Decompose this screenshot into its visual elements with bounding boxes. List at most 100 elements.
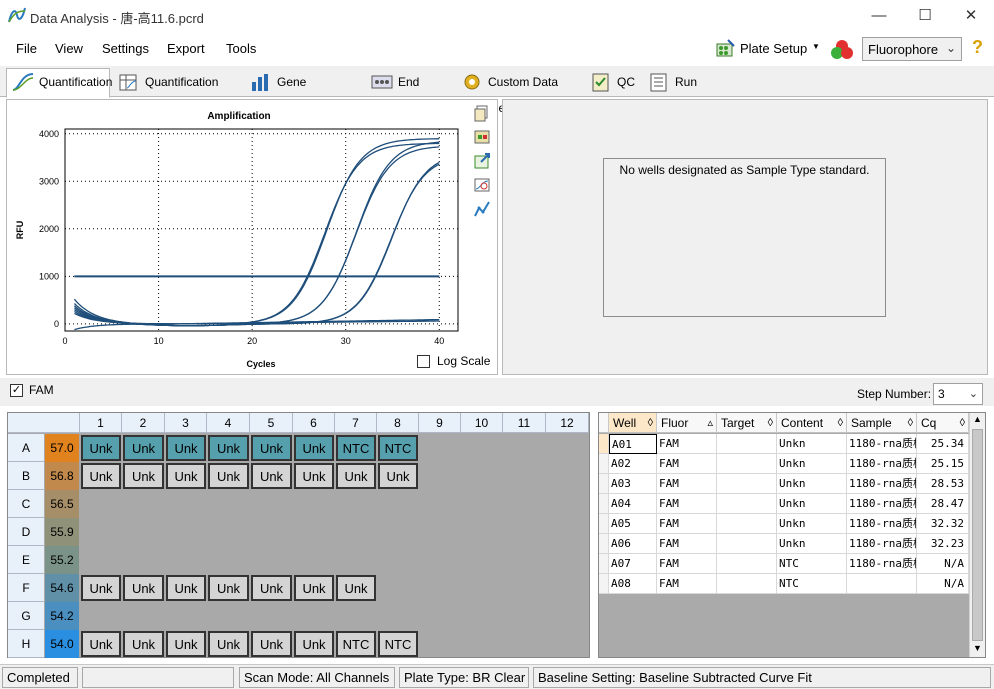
table-row[interactable]: A04 FAM Unkn 1180-rna质检 28.47 <box>599 494 969 514</box>
column-header-fluor[interactable]: Fluor ▵ <box>657 413 717 433</box>
plate-well[interactable]: Unk <box>378 463 418 489</box>
plate-column-header[interactable]: 11 <box>503 413 546 433</box>
plate-well[interactable]: Unk <box>294 435 334 461</box>
plate-row-header[interactable]: A <box>8 434 44 462</box>
plate-column-header[interactable]: 6 <box>293 413 335 433</box>
plate-row-header[interactable]: H <box>8 630 44 658</box>
plate-well[interactable]: Unk <box>166 463 206 489</box>
plate-row-header[interactable]: G <box>8 602 44 630</box>
plate-well[interactable]: Unk <box>166 435 206 461</box>
minimize-button[interactable]: — <box>856 0 902 31</box>
plate-column-header[interactable]: 3 <box>165 413 207 433</box>
column-header-sample[interactable]: Sample ◊ <box>847 413 917 433</box>
plate-well[interactable]: Unk <box>294 631 334 657</box>
tab-custom-data-view[interactable]: Custom Data View <box>456 69 580 115</box>
help-icon[interactable]: ? <box>972 37 983 58</box>
plate-well[interactable]: Unk <box>208 463 249 489</box>
export-graph-icon[interactable] <box>473 152 491 170</box>
row-selector[interactable] <box>599 554 609 574</box>
plate-column-header[interactable]: 5 <box>250 413 293 433</box>
plate-row-header[interactable]: F <box>8 574 44 602</box>
plate-grid[interactable]: 1 2 3 4 5 6 7 8 9 10 11 12 A 57.0 Unk Unk Unk Unk Unk Unk N… <box>7 412 590 658</box>
plate-well[interactable]: Unk <box>336 575 376 601</box>
row-selector[interactable] <box>599 474 609 494</box>
copy-icon[interactable] <box>473 104 491 122</box>
plate-column-header[interactable]: 7 <box>335 413 377 433</box>
plate-well[interactable]: Unk <box>166 631 206 657</box>
row-selector[interactable] <box>599 514 609 534</box>
close-button[interactable]: ✕ <box>948 0 994 31</box>
sort-icon[interactable]: ◊ <box>838 413 843 433</box>
plate-well[interactable]: Unk <box>81 435 121 461</box>
row-selector[interactable] <box>599 434 609 454</box>
plate-corner[interactable] <box>8 413 80 433</box>
plate-well[interactable]: Unk <box>208 435 249 461</box>
plate-well[interactable]: Unk <box>251 435 292 461</box>
plate-column-header[interactable]: 9 <box>419 413 461 433</box>
plate-well[interactable]: Unk <box>251 463 292 489</box>
fluorophore-color-icon[interactable] <box>830 38 854 60</box>
plate-row-header[interactable]: E <box>8 546 44 574</box>
plate-row-header[interactable]: D <box>8 518 44 546</box>
table-row[interactable]: A01 FAM Unkn 1180-rna质检 25.34 <box>599 434 969 454</box>
table-row[interactable]: A05 FAM Unkn 1180-rna质检 32.32 <box>599 514 969 534</box>
column-header-target[interactable]: Target ◊ <box>717 413 777 433</box>
column-header-cq[interactable]: Cq ◊ <box>917 413 969 433</box>
tab-end-point[interactable]: End Point <box>366 69 450 115</box>
menu-export[interactable]: Export <box>167 41 205 56</box>
plate-well[interactable]: NTC <box>378 631 418 657</box>
menu-settings[interactable]: Settings <box>102 41 149 56</box>
log-scale-checkbox[interactable] <box>417 355 430 368</box>
sort-icon[interactable]: ◊ <box>960 413 965 433</box>
step-number-select[interactable]: 3 ⌄ <box>933 383 983 405</box>
curve-style-icon[interactable] <box>473 200 491 218</box>
vertical-scrollbar[interactable]: ▲ ▼ <box>969 413 985 657</box>
tab-run-information[interactable]: Run Information <box>643 69 753 115</box>
amplification-chart[interactable]: Amplification Cycles RFU 0 10 20 30 40 0 1000 2… <box>7 100 497 374</box>
plate-well[interactable]: Unk <box>251 631 292 657</box>
menu-view[interactable]: View <box>55 41 83 56</box>
plate-column-header[interactable]: 12 <box>546 413 589 433</box>
plate-well[interactable]: Unk <box>81 631 121 657</box>
plate-well[interactable]: Unk <box>294 575 334 601</box>
sort-icon[interactable]: ◊ <box>908 413 913 433</box>
plate-row-header[interactable]: C <box>8 490 44 518</box>
plate-well[interactable]: Unk <box>208 575 249 601</box>
sort-icon[interactable]: ◊ <box>768 413 773 433</box>
plate-well[interactable]: Unk <box>166 575 206 601</box>
column-header-content[interactable]: Content ◊ <box>777 413 847 433</box>
plate-setup-button[interactable]: Plate Setup ▼ <box>712 35 822 63</box>
column-header-well[interactable]: Well ◊ <box>609 413 657 433</box>
plate-row-header[interactable]: B <box>8 462 44 490</box>
plate-well[interactable]: Unk <box>81 463 121 489</box>
plate-well[interactable]: Unk <box>123 435 164 461</box>
plate-well[interactable]: Unk <box>208 631 249 657</box>
sort-icon[interactable]: ◊ <box>648 413 653 433</box>
plate-column-header[interactable]: 1 <box>80 413 122 433</box>
plate-well[interactable]: NTC <box>336 631 376 657</box>
plate-column-header[interactable]: 4 <box>207 413 250 433</box>
table-row[interactable]: A02 FAM Unkn 1180-rna质检 25.15 <box>599 454 969 474</box>
table-row[interactable]: A06 FAM Unkn 1180-rna质检 32.23 <box>599 534 969 554</box>
tab-qc[interactable]: QC <box>585 69 639 97</box>
plate-column-header[interactable]: 10 <box>461 413 503 433</box>
tab-quantification[interactable]: Quantification <box>6 68 112 98</box>
maximize-button[interactable]: ☐ <box>902 0 948 31</box>
fluorophore-select[interactable]: Fluorophore ⌄ <box>862 37 962 61</box>
sort-icon[interactable]: ▵ <box>707 413 713 433</box>
plate-column-header[interactable]: 2 <box>122 413 165 433</box>
zoom-graph-icon[interactable] <box>473 176 491 194</box>
scrollbar-thumb[interactable] <box>972 429 983 641</box>
fam-checkbox[interactable]: ✓ <box>10 384 23 397</box>
tab-quantification-data[interactable]: Quantification Data <box>113 69 241 115</box>
plate-well[interactable]: Unk <box>123 631 164 657</box>
table-row[interactable]: A07 FAM NTC 1180-rna质检 N/A <box>599 554 969 574</box>
plate-well[interactable]: Unk <box>123 463 164 489</box>
plate-view-icon[interactable] <box>473 128 491 146</box>
plate-well[interactable]: NTC <box>378 435 418 461</box>
row-selector[interactable] <box>599 494 609 514</box>
plate-well[interactable]: Unk <box>336 463 376 489</box>
row-selector[interactable] <box>599 574 609 594</box>
plate-well[interactable]: Unk <box>123 575 164 601</box>
menu-file[interactable]: File <box>16 41 37 56</box>
